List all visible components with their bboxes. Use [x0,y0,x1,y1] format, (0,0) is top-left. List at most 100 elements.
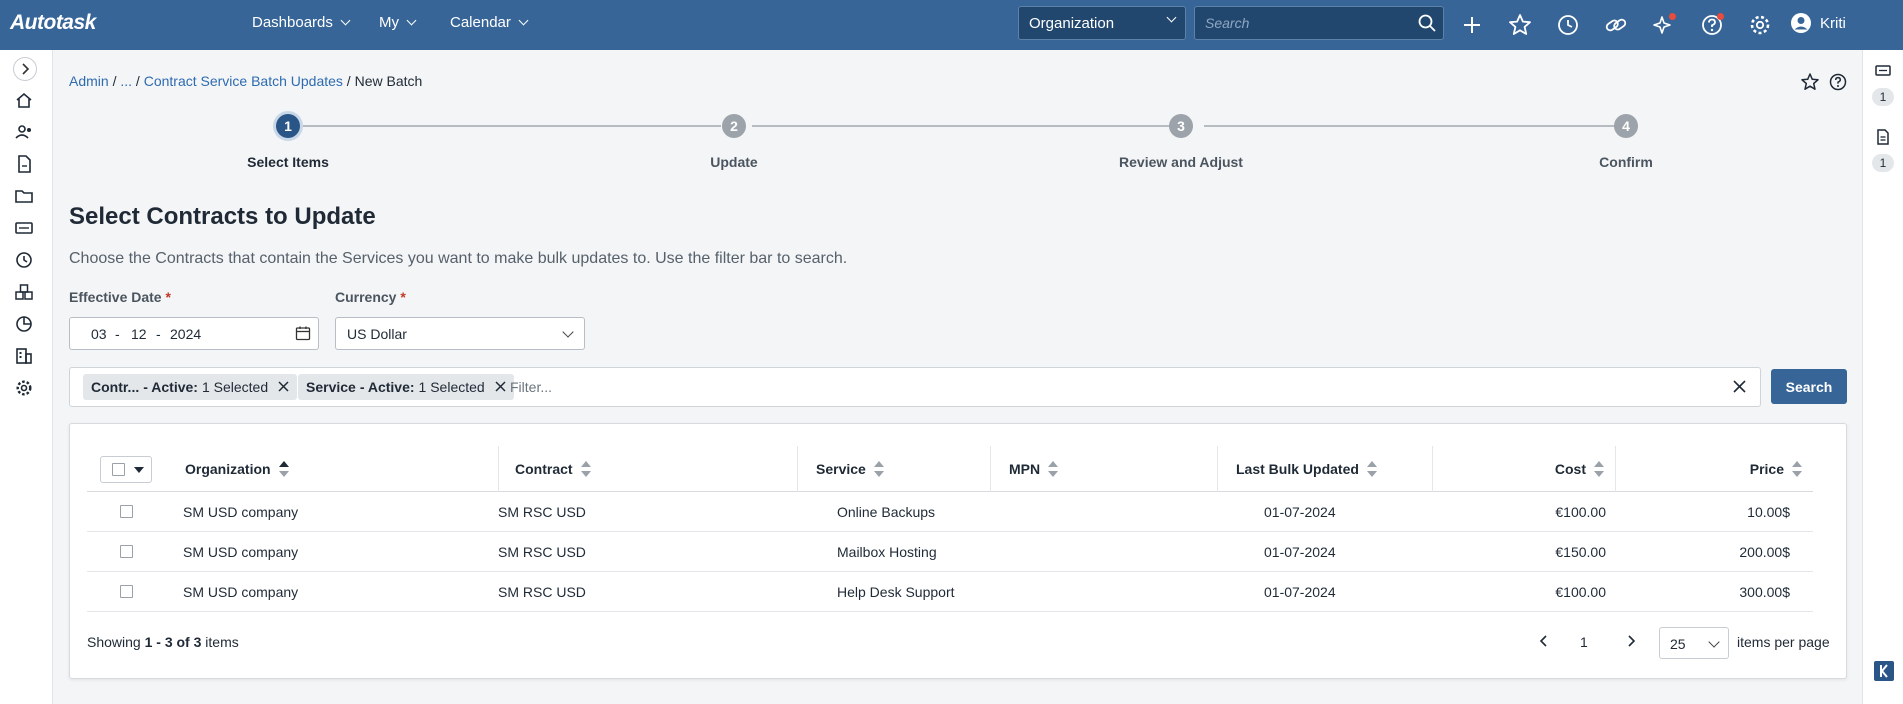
grid-header: Organization Contract Service MPN Last B… [87,446,1813,492]
date-year[interactable]: 2024 [170,326,201,342]
kaseya-icon[interactable] [1873,660,1895,682]
row-checkbox[interactable] [120,545,133,558]
clock-icon[interactable] [1555,12,1581,38]
time-icon[interactable] [14,250,34,270]
col-organization-label: Organization [185,461,271,477]
cell-organization: SM USD company [183,544,299,560]
breadcrumb-admin[interactable]: Admin [69,73,109,89]
chevron-down-icon [1166,12,1177,23]
chevron-down-icon [340,15,351,26]
folder-icon[interactable] [14,186,34,206]
cell-last-bulk-updated: 01-07-2024 [1264,544,1336,560]
notification-dot [1669,13,1676,20]
prev-page-icon[interactable] [1536,633,1552,652]
col-organization[interactable]: Organization [185,446,499,492]
chip-field-rest: - Active: [359,379,415,395]
table-row[interactable]: SM USD company SM RSC USD Help Desk Supp… [87,572,1813,612]
col-cost-label: Cost [1554,461,1586,477]
date-separator: - [115,326,120,342]
table-row[interactable]: SM USD company SM RSC USD Mailbox Hostin… [87,532,1813,572]
items-per-page-select[interactable]: 25 [1659,627,1729,659]
row-checkbox[interactable] [120,585,133,598]
col-price[interactable]: Price [1616,446,1813,492]
date-day[interactable]: 12 [131,326,147,342]
col-last-bulk-updated[interactable]: Last Bulk Updated [1236,446,1433,492]
col-cost[interactable]: Cost [1433,446,1616,492]
remove-chip-icon[interactable] [495,379,506,395]
chevron-right-icon [22,63,30,75]
global-search-input[interactable] [1195,7,1405,39]
expand-rail-button[interactable] [13,57,37,81]
org-building-icon[interactable] [14,346,34,366]
top-bar: Autotask Dashboards My Calendar Organiza… [0,0,1903,50]
remove-chip-icon[interactable] [278,379,289,395]
step-2-indicator: 2 [722,114,746,138]
global-search[interactable] [1194,6,1444,40]
effective-date-input[interactable]: 03 - 12 - 2024 [69,317,319,350]
search-button[interactable]: Search [1771,369,1847,404]
row-checkbox[interactable] [120,505,133,518]
ticket-icon[interactable] [14,218,34,238]
caret-down-icon [134,467,144,473]
col-contract[interactable]: Contract [515,446,798,492]
organization-select[interactable]: Organization [1018,6,1186,40]
current-page[interactable]: 1 [1580,634,1588,650]
chip-field: Contr... [91,379,140,395]
col-contract-label: Contract [515,461,573,477]
filter-chip-service[interactable]: Service - Active: 1 Selected [298,374,514,400]
favorite-star-icon[interactable] [1800,72,1820,97]
col-service[interactable]: Service [816,446,991,492]
col-mpn[interactable]: MPN [1009,446,1218,492]
clear-filters-icon[interactable] [1733,380,1746,398]
table-row[interactable]: SM USD company SM RSC USD Online Backups… [87,492,1813,532]
star-icon[interactable] [1507,12,1533,38]
chart-icon[interactable] [14,314,34,334]
currency-label-text: Currency [335,289,397,305]
breadcrumb-ellipsis[interactable]: ... [120,73,132,89]
plus-icon[interactable] [1459,12,1485,38]
link-icon[interactable] [1603,12,1629,38]
breadcrumb-contract-service-batch-updates[interactable]: Contract Service Batch Updates [144,73,343,89]
settings-icon[interactable] [14,378,34,398]
chevron-down-icon [562,326,574,338]
nav-dashboards[interactable]: Dashboards [252,14,351,31]
autotask-logo[interactable]: Autotask [10,11,96,35]
sparkle-icon[interactable] [1651,12,1677,38]
chip-value: 1 Selected [418,379,485,395]
chevron-down-icon [518,15,529,26]
next-page-icon[interactable] [1623,633,1639,652]
nav-my[interactable]: My [379,14,417,31]
date-month[interactable]: 03 [91,326,107,342]
chevron-down-icon [406,15,417,26]
select-all-checkbox[interactable] [112,463,125,476]
cell-organization: SM USD company [183,504,299,520]
currency-select[interactable]: US Dollar [335,317,585,350]
breadcrumb-current: New Batch [354,73,423,89]
pager-info: Showing 1 - 3 of 3 items [87,634,239,650]
sort-icon [873,460,885,478]
ticket-icon[interactable] [1874,62,1892,80]
gear-icon[interactable] [1747,12,1773,38]
filter-input[interactable] [510,374,1710,400]
search-icon[interactable] [1417,13,1437,38]
filter-chip-contract[interactable]: Contr... - Active: 1 Selected [83,374,298,400]
help-icon[interactable] [1699,12,1725,38]
nav-calendar[interactable]: Calendar [450,14,529,31]
chevron-down-icon [1708,636,1720,648]
help-icon[interactable] [1828,72,1848,97]
sort-icon [1047,460,1059,478]
col-mpn-label: MPN [1009,461,1041,477]
step-1-indicator: 1 [276,114,300,138]
col-spacer [499,446,515,492]
page-actions [1800,72,1848,97]
calendar-icon[interactable] [295,325,311,344]
user-menu[interactable]: Kriti [1790,12,1846,34]
inventory-icon[interactable] [14,282,34,302]
step-3-indicator: 3 [1169,114,1193,138]
cell-service: Mailbox Hosting [837,544,937,560]
chip-field-rest: - Active: [143,379,198,395]
col-last-bulk-updated-label: Last Bulk Updated [1236,461,1359,477]
contracts-grid: Organization Contract Service MPN Last B… [69,423,1847,679]
select-all-dropdown[interactable] [100,456,152,483]
home-icon[interactable] [14,90,34,110]
